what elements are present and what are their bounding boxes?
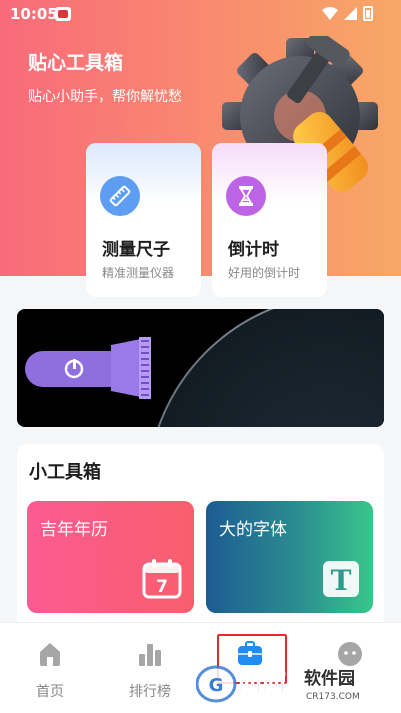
status-time: 10:05: [10, 5, 58, 23]
ruler-icon: [100, 176, 140, 216]
ruler-tool-card[interactable]: 测量尺子 精准测量仪器: [86, 143, 201, 297]
svg-text:西西: 西西: [238, 670, 286, 698]
svg-text:T: T: [331, 564, 352, 597]
site-watermark: G 西西 软件园 CR173.COM: [196, 665, 360, 703]
countdown-tool-desc: 好用的倒计时: [228, 266, 301, 280]
battery-icon: [363, 6, 373, 21]
tab-ranking[interactable]: 排行榜: [100, 623, 200, 713]
status-bar: 10:05: [0, 0, 401, 28]
tab-ranking-label: 排行榜: [129, 684, 171, 700]
app-notification-icon: [55, 7, 71, 21]
bar-chart-icon: [139, 644, 161, 666]
svg-text:7: 7: [156, 577, 168, 597]
svg-text:软件园: 软件园: [304, 668, 355, 689]
flashlight-banner-art: [17, 309, 384, 427]
toolbox-section: 小工具箱 吉年年历 7 大的字体 T: [17, 444, 384, 634]
calendar-icon: 7: [142, 559, 182, 599]
countdown-tool-title: 倒计时: [228, 240, 279, 260]
tab-home-label: 首页: [36, 684, 64, 700]
large-font-feature-card[interactable]: 大的字体 T: [206, 501, 373, 613]
flashlight-banner[interactable]: [17, 309, 384, 427]
signal-icon: [344, 7, 357, 20]
svg-text:CR173.COM: CR173.COM: [306, 692, 360, 702]
page-title: 贴心工具箱: [28, 52, 124, 74]
ruler-tool-title: 测量尺子: [102, 240, 170, 260]
tab-home[interactable]: 首页: [0, 623, 100, 713]
ruler-tool-desc: 精准测量仪器: [102, 266, 175, 280]
hourglass-icon: [226, 176, 266, 216]
wifi-icon: [322, 6, 338, 20]
home-icon: [40, 643, 60, 666]
toolbox-title: 小工具箱: [29, 462, 101, 483]
text-font-icon: T: [323, 561, 359, 597]
svg-text:G: G: [209, 675, 224, 696]
calendar-feature-title: 吉年年历: [40, 520, 108, 540]
calendar-feature-card[interactable]: 吉年年历 7: [27, 501, 194, 613]
large-font-feature-title: 大的字体: [219, 520, 287, 540]
countdown-tool-card[interactable]: 倒计时 好用的倒计时: [212, 143, 327, 297]
page-subtitle: 贴心小助手，帮你解忧愁: [28, 89, 182, 105]
